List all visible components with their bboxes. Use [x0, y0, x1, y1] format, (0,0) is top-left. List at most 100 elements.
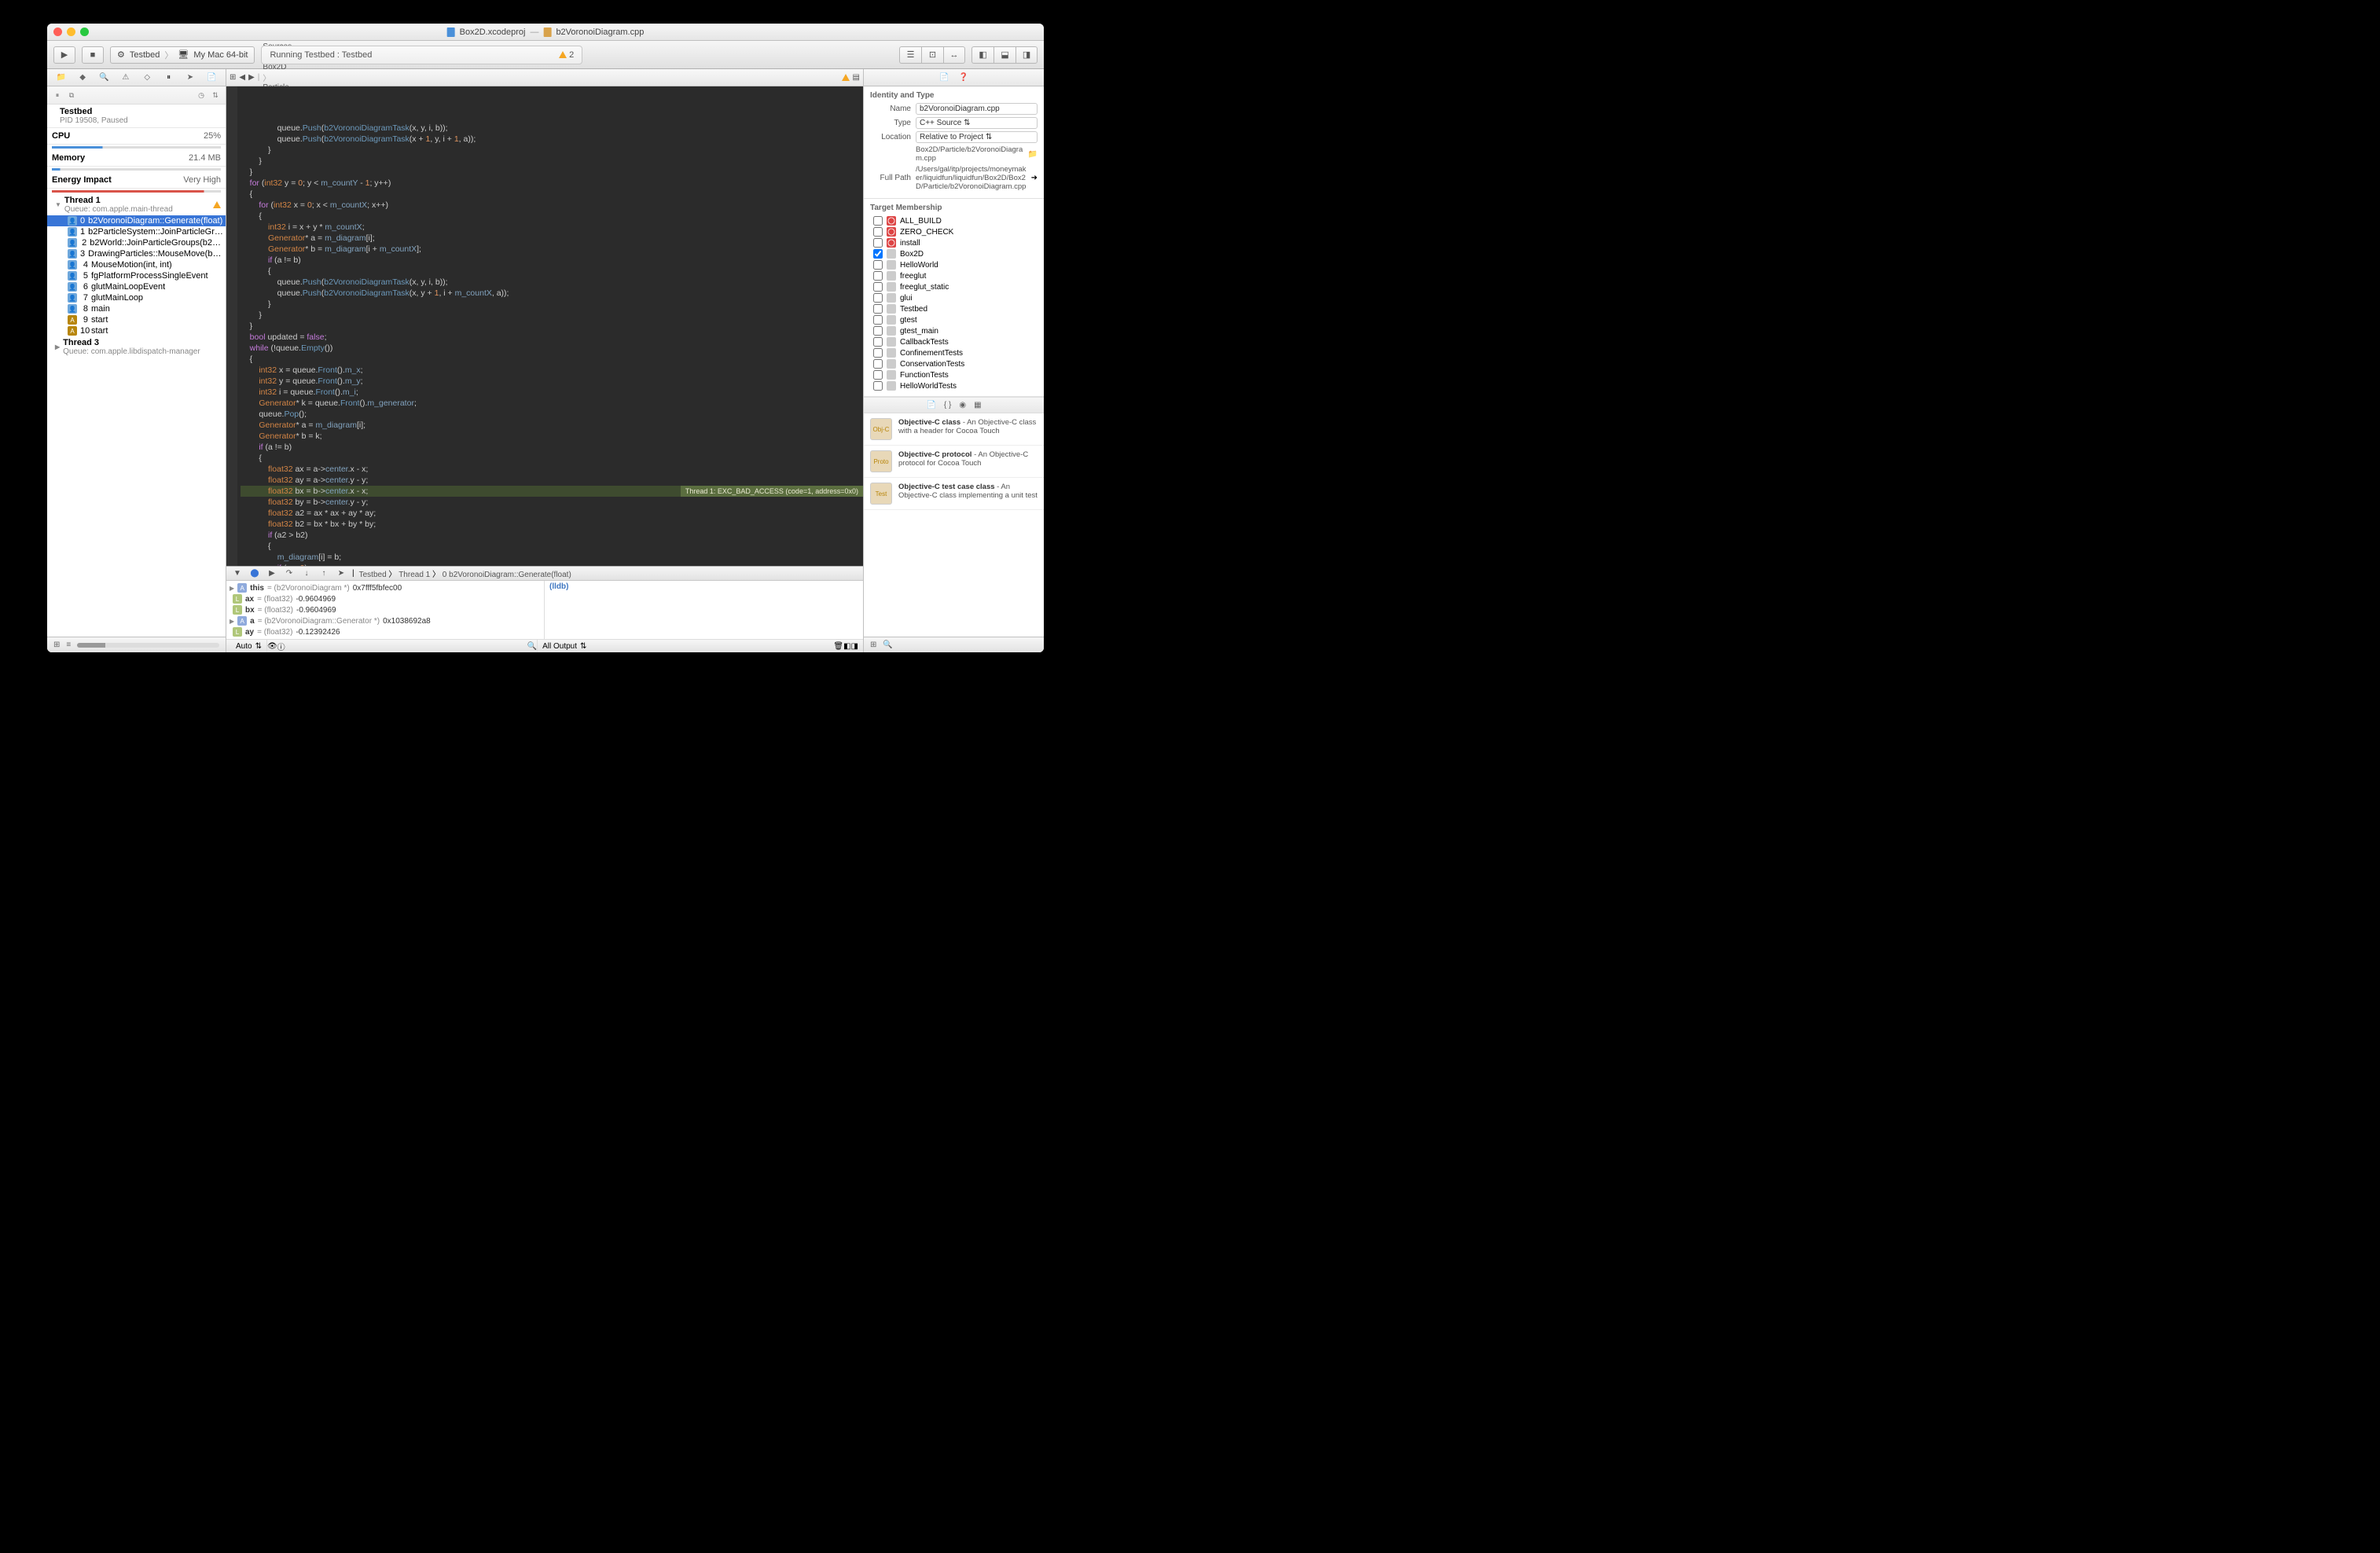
variable-row[interactable]: Lbx = (float32) -0.9604969	[230, 604, 541, 615]
target-checkbox[interactable]	[873, 304, 883, 314]
target-row[interactable]: Box2D	[870, 248, 1038, 259]
code-line[interactable]: float32 ax = a->center.x - x;	[241, 464, 863, 475]
code-line[interactable]: {	[241, 354, 863, 365]
step-in-icon[interactable]: ↓	[300, 567, 313, 580]
target-row[interactable]: HelloWorld	[870, 259, 1038, 270]
code-line[interactable]: queue.Pop();	[241, 409, 863, 420]
stack-frame[interactable]: A9start	[47, 314, 226, 325]
target-row[interactable]: freeglut	[870, 270, 1038, 281]
target-checkbox[interactable]	[873, 282, 883, 292]
log-nav-icon[interactable]: 📄	[206, 72, 217, 83]
breakpoints-icon[interactable]: ⬤	[248, 567, 261, 580]
process-row[interactable]: Testbed PID 19508, Paused	[47, 105, 226, 128]
code-line[interactable]: queue.Push(b2VoronoiDiagramTask(x, y, i,…	[241, 277, 863, 288]
target-checkbox[interactable]	[873, 359, 883, 369]
code-line[interactable]: queue.Push(b2VoronoiDiagramTask(x + 1, y…	[241, 134, 863, 145]
code-line[interactable]: }	[241, 167, 863, 178]
stack-frame[interactable]: 👤0b2VoronoiDiagram::Generate(float)	[47, 215, 226, 226]
output-selector[interactable]: All Output⇅	[537, 640, 591, 652]
left-panel-toggle[interactable]: ◧	[971, 46, 994, 64]
step-out-icon[interactable]: ↑	[318, 567, 330, 580]
memory-metric[interactable]: Memory 21.4 MB	[47, 150, 226, 167]
pause-icon[interactable]: ⏸	[52, 90, 63, 101]
code-line[interactable]: float32 ay = a->center.y - y;	[241, 475, 863, 486]
thread-1[interactable]: ▼ Thread 1 Queue: com.apple.main-thread	[47, 194, 226, 215]
code-line[interactable]: while (!queue.Empty())	[241, 343, 863, 354]
cpu-metric[interactable]: CPU 25%	[47, 128, 226, 145]
stack-frame[interactable]: 👤3DrawingParticles::MouseMove(b…	[47, 248, 226, 259]
code-line[interactable]: {	[241, 541, 863, 552]
target-checkbox[interactable]	[873, 348, 883, 358]
search-icon[interactable]: 🔍	[883, 641, 892, 649]
code-line[interactable]: Generator* a = m_diagram[i];	[241, 233, 863, 244]
target-row[interactable]: FunctionTests	[870, 369, 1038, 380]
code-line[interactable]: }	[241, 310, 863, 321]
object-library-icon[interactable]: ◉	[959, 401, 966, 409]
code-line[interactable]: int32 i = queue.Front().m_i;	[241, 387, 863, 398]
disclosure-icon[interactable]: ▼	[55, 201, 61, 208]
code-line[interactable]: float32 a2 = ax * ax + ay * ay;	[241, 508, 863, 519]
stack-frame[interactable]: 👤5fgPlatformProcessSingleEvent	[47, 270, 226, 281]
stack-frame[interactable]: 👤7glutMainLoop	[47, 292, 226, 303]
outline-icon[interactable]: ▤	[853, 73, 860, 82]
code-line[interactable]: m_diagram[i] = b;	[241, 552, 863, 563]
target-checkbox[interactable]	[873, 337, 883, 347]
grid-icon[interactable]: ⊞	[870, 641, 876, 649]
code-line[interactable]: float32 bx = b->center.x - x;	[241, 486, 863, 497]
code-line[interactable]: float32 b2 = bx * bx + by * by;	[241, 519, 863, 530]
scheme-selector[interactable]: ⚙ Testbed 〉 🖥 My Mac 64-bit	[110, 46, 255, 64]
target-row[interactable]: ZERO_CHECK	[870, 226, 1038, 237]
quicklook-icon[interactable]: 👁	[267, 642, 277, 651]
symbol-nav-icon[interactable]: ◆	[77, 72, 88, 83]
variable-row[interactable]: ▶Aa = (b2VoronoiDiagram::Generator *) 0x…	[230, 615, 541, 626]
target-row[interactable]: install	[870, 237, 1038, 248]
variable-row[interactable]: ▶Athis = (b2VoronoiDiagram *) 0x7fff5fbf…	[230, 582, 541, 593]
split-icon[interactable]: ◧◨	[843, 642, 858, 651]
target-row[interactable]: HelloWorldTests	[870, 380, 1038, 391]
code-line[interactable]: int32 i = x + y * m_countX;	[241, 222, 863, 233]
code-line[interactable]: Generator* a = m_diagram[i];	[241, 420, 863, 431]
code-line[interactable]: int32 x = queue.Front().m_x;	[241, 365, 863, 376]
version-editor-button[interactable]: ↔	[943, 46, 965, 64]
code-line[interactable]: if (a2 > b2)	[241, 530, 863, 541]
project-nav-icon[interactable]: 📁	[56, 72, 67, 83]
code-line[interactable]: queue.Push(b2VoronoiDiagramTask(x, y + 1…	[241, 288, 863, 299]
target-checkbox[interactable]	[873, 260, 883, 270]
minimize-icon[interactable]	[67, 28, 75, 36]
target-checkbox[interactable]	[873, 293, 883, 303]
target-row[interactable]: Testbed	[870, 303, 1038, 314]
variables-view[interactable]: ▶Athis = (b2VoronoiDiagram *) 0x7fff5fbf…	[226, 581, 545, 639]
forward-icon[interactable]: ▶	[248, 73, 255, 82]
target-row[interactable]: ALL_BUILD	[870, 215, 1038, 226]
target-row[interactable]: glui	[870, 292, 1038, 303]
energy-metric[interactable]: Energy Impact Very High	[47, 172, 226, 189]
library-item[interactable]: TestObjective-C test case class - An Obj…	[864, 478, 1044, 510]
target-checkbox[interactable]	[873, 227, 883, 237]
code-line[interactable]: if (a != b)	[241, 255, 863, 266]
console-view[interactable]: (lldb)	[545, 581, 863, 639]
filter-icon[interactable]: ⊞	[53, 641, 60, 649]
warning-badge[interactable]: 2	[559, 50, 574, 60]
debug-breadcrumb[interactable]: Testbed 〉 Thread 1 〉 0 b2VoronoiDiagram:…	[359, 567, 571, 579]
stack-frame[interactable]: 👤1b2ParticleSystem::JoinParticleGr…	[47, 226, 226, 237]
search-icon[interactable]: 🔍	[527, 642, 537, 651]
library-item[interactable]: Obj-CObjective-C class - An Objective-C …	[864, 413, 1044, 446]
code-line[interactable]: queue.Push(b2VoronoiDiagramTask(x, y, i,…	[241, 123, 863, 134]
variable-row[interactable]: Lax = (float32) -0.9604969	[230, 593, 541, 604]
gutter[interactable]	[226, 86, 237, 566]
file-inspector-icon[interactable]: 📄	[939, 73, 949, 82]
target-checkbox[interactable]	[873, 326, 883, 336]
name-field[interactable]: b2VoronoiDiagram.cpp	[916, 103, 1038, 115]
code-line[interactable]: if (x > 0)	[241, 563, 863, 566]
target-checkbox[interactable]	[873, 271, 883, 281]
debug-nav-icon[interactable]: ⏸	[163, 72, 174, 83]
thread-3[interactable]: ▶ Thread 3 Queue: com.apple.libdispatch-…	[47, 336, 226, 358]
stack-frame[interactable]: 👤4MouseMotion(int, int)	[47, 259, 226, 270]
target-row[interactable]: freeglut_static	[870, 281, 1038, 292]
variable-row[interactable]: Lay = (float32) -0.12392426	[230, 626, 541, 637]
warning-icon[interactable]	[842, 74, 850, 81]
assistant-editor-button[interactable]: ⊡	[921, 46, 943, 64]
stack-frame[interactable]: A10start	[47, 325, 226, 336]
target-checkbox[interactable]	[873, 249, 883, 259]
code-line[interactable]: Generator* b = k;	[241, 431, 863, 442]
